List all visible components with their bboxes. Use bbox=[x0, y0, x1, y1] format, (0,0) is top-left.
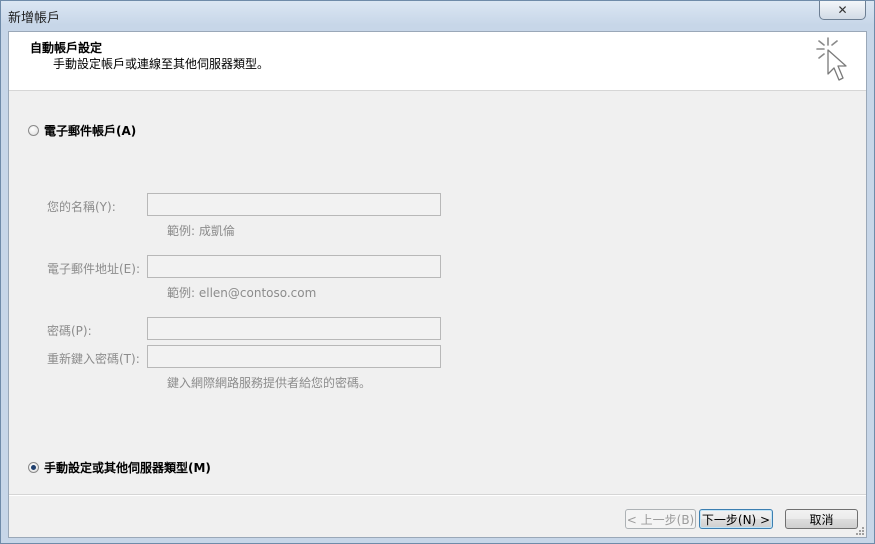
email-hint: 範例: ellen@contoso.com bbox=[167, 286, 317, 300]
close-icon: ✕ bbox=[837, 3, 848, 17]
title-bar[interactable]: 新增帳戶 ✕ bbox=[1, 1, 874, 31]
retype-password-input[interactable] bbox=[147, 345, 441, 368]
retype-password-label: 重新鍵入密碼(T): bbox=[47, 352, 140, 366]
manual-setup-option[interactable]: 手動設定或其他伺服器類型(M) bbox=[28, 459, 211, 476]
name-hint: 範例: 成凱倫 bbox=[167, 224, 235, 238]
cancel-button[interactable]: 取消 bbox=[785, 509, 858, 529]
password-label: 密碼(P): bbox=[47, 324, 92, 338]
add-account-dialog: 新增帳戶 ✕ 自動帳戶設定 手動設定帳戶或連線至其他伺服器類型。 電子郵件帳戶( bbox=[0, 0, 875, 544]
name-label: 您的名稱(Y): bbox=[47, 200, 116, 214]
wizard-header: 自動帳戶設定 手動設定帳戶或連線至其他伺服器類型。 bbox=[9, 32, 866, 91]
manual-setup-radio[interactable] bbox=[28, 462, 39, 473]
header-subtitle: 手動設定帳戶或連線至其他伺服器類型。 bbox=[53, 57, 270, 71]
window-title: 新增帳戶 bbox=[8, 11, 61, 26]
manual-setup-label: 手動設定或其他伺服器類型(M) bbox=[44, 461, 211, 475]
email-account-option[interactable]: 電子郵件帳戶(A) bbox=[28, 122, 136, 139]
next-button[interactable]: 下一步(N) > bbox=[699, 509, 773, 529]
email-label: 電子郵件地址(E): bbox=[47, 262, 140, 276]
email-account-radio[interactable] bbox=[28, 125, 39, 136]
email-account-label: 電子郵件帳戶(A) bbox=[44, 124, 137, 138]
password-input[interactable] bbox=[147, 317, 441, 340]
name-input[interactable] bbox=[147, 193, 441, 216]
back-button[interactable]: < 上一步(B) bbox=[625, 509, 696, 529]
footer-divider bbox=[9, 494, 866, 496]
header-title: 自動帳戶設定 bbox=[30, 41, 103, 55]
email-input[interactable] bbox=[147, 255, 441, 278]
dialog-body: 自動帳戶設定 手動設定帳戶或連線至其他伺服器類型。 電子郵件帳戶(A) 您的名稱… bbox=[8, 31, 867, 538]
password-hint: 鍵入網際網路服務提供者給您的密碼。 bbox=[167, 376, 372, 390]
resize-grip[interactable] bbox=[855, 526, 865, 536]
sparkle-cursor-icon bbox=[816, 37, 847, 81]
close-button[interactable]: ✕ bbox=[819, 1, 866, 20]
